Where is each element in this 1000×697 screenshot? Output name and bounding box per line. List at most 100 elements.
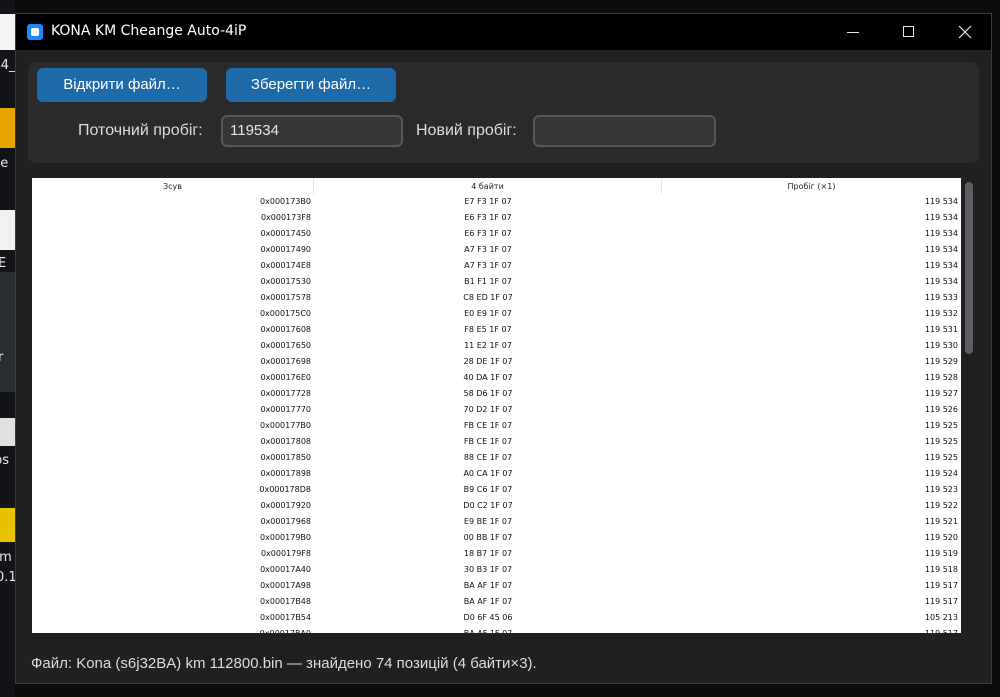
- desktop-icon[interactable]: [0, 418, 15, 446]
- table-row[interactable]: 0x000173F8 E6 F3 1F 07 119 534: [32, 210, 961, 226]
- table-row[interactable]: 0x00017450 E6 F3 1F 07 119 534: [32, 226, 961, 242]
- desktop-icon-label: E: [0, 256, 7, 271]
- table-row[interactable]: 0x00017A40 30 B3 1F 07 119 518: [32, 562, 961, 578]
- table-row[interactable]: 0x000174E8 A7 F3 1F 07 119 534: [32, 258, 961, 274]
- cell-offset: 0x000179F8: [260, 549, 311, 558]
- cell-offset: 0x00017578: [260, 293, 311, 302]
- desktop-icon[interactable]: [0, 508, 15, 542]
- cell-offset: 0x00017770: [260, 405, 311, 414]
- cell-offset: 0x00017728: [260, 389, 311, 398]
- cell-offset: 0x00017A98: [260, 581, 311, 590]
- desktop-icon-label: rm: [0, 550, 12, 565]
- table-row[interactable]: 0x00017530 B1 F1 1F 07 119 534: [32, 274, 961, 290]
- title-bar[interactable]: KONA KM Cheange Auto-4iP: [16, 14, 991, 50]
- cell-bytes: A7 F3 1F 07: [464, 245, 512, 254]
- desktop-icon[interactable]: [0, 210, 15, 250]
- column-header-offset[interactable]: Зсув: [32, 178, 314, 194]
- cell-bytes: BA AF 1F 07: [463, 597, 513, 606]
- cell-bytes: D0 6F 45 06: [463, 613, 513, 622]
- cell-mileage: 119 525: [924, 453, 958, 462]
- cell-mileage: 119 526: [924, 405, 958, 414]
- cell-offset: 0x00017BA0: [32, 626, 311, 633]
- cell-bytes: B9 C6 1F 07: [463, 485, 513, 494]
- column-header-bytes[interactable]: 4 байти: [314, 178, 662, 194]
- scrollbar-thumb[interactable]: [965, 182, 973, 354]
- table-row[interactable]: 0x00017608 F8 E5 1F 07 119 531: [32, 322, 961, 338]
- table-row[interactable]: 0x00017B48 BA AF 1F 07 119 517: [32, 594, 961, 610]
- cell-offset: 0x00017B48: [260, 597, 311, 606]
- cell-mileage: 119 534: [924, 277, 958, 286]
- cell-mileage: 119 534: [924, 245, 958, 254]
- table-row[interactable]: 0x00017578 C8 ED 1F 07 119 533: [32, 290, 961, 306]
- desktop-wallpaper-strip: [0, 272, 15, 392]
- cell-mileage: 119 534: [924, 261, 958, 270]
- table-scrollbar[interactable]: [961, 178, 979, 633]
- current-mileage-field[interactable]: 119534: [221, 115, 403, 147]
- cell-offset: 0x000176E0: [260, 373, 311, 382]
- table-row[interactable]: 0x000176E0 40 DA 1F 07 119 528: [32, 370, 961, 386]
- table-row[interactable]: 0x00017770 70 D2 1F 07 119 526: [32, 402, 961, 418]
- cell-bytes: C8 ED 1F 07: [463, 293, 513, 302]
- table-row[interactable]: 0x00017490 A7 F3 1F 07 119 534: [32, 242, 961, 258]
- table-row[interactable]: 0x00017850 88 CE 1F 07 119 525: [32, 450, 961, 466]
- table-row[interactable]: 0x000173B0 E7 F3 1F 07 119 534: [32, 194, 961, 210]
- table-row[interactable]: 0x00017698 28 DE 1F 07 119 529: [32, 354, 961, 370]
- cell-bytes: 28 DE 1F 07: [463, 357, 513, 366]
- table-body: 0x000173B0 E7 F3 1F 07 119 534 0x000173F8 E6…: [32, 194, 961, 633]
- table-row[interactable]: 0x000175C0 E0 E9 1F 07 119 532: [32, 306, 961, 322]
- status-text: Файл: Kona (s6j32BA) km 112800.bin — зна…: [31, 655, 537, 672]
- table-row[interactable]: 0x00017650 11 E2 1F 07 119 530: [32, 338, 961, 354]
- table-row[interactable]: 0x000179B0 00 BB 1F 07 119 520: [32, 530, 961, 546]
- desktop-icon-label: ps: [0, 453, 10, 468]
- cell-bytes: FB CE 1F 07: [463, 437, 513, 446]
- results-table[interactable]: Зсув 4 байти Пробіг (×1) 0x000173B0 E7 F3…: [32, 178, 961, 633]
- cell-offset: 0x00017608: [260, 325, 311, 334]
- save-file-button[interactable]: Зберегти файл…: [226, 68, 396, 102]
- cell-offset: 0x000174E8: [260, 261, 311, 270]
- cell-bytes: FB CE 1F 07: [463, 421, 513, 430]
- cell-bytes: BA AF 1F 07: [463, 581, 513, 590]
- table-row[interactable]: 0x00017920 D0 C2 1F 07 119 522: [32, 498, 961, 514]
- cell-bytes: E6 F3 1F 07: [464, 213, 512, 222]
- window-title: KONA KM Cheange Auto-4iP: [51, 23, 247, 39]
- column-header-mileage[interactable]: Пробіг (×1): [662, 178, 961, 194]
- cell-offset: 0x00017A40: [260, 565, 311, 574]
- table-row[interactable]: 0x00017B54 D0 6F 45 06 105 213: [32, 610, 961, 626]
- table-row[interactable]: 0x000178D8 B9 C6 1F 07 119 523: [32, 482, 961, 498]
- desktop-icon-label: 0.1: [0, 570, 15, 585]
- cell-offset: 0x00017808: [260, 437, 311, 446]
- table-row[interactable]: 0x00017728 58 D6 1F 07 119 527: [32, 386, 961, 402]
- table-row[interactable]: 0x00017898 A0 CA 1F 07 119 524: [32, 466, 961, 482]
- table-row[interactable]: 0x000179F8 18 B7 1F 07 119 519: [32, 546, 961, 562]
- cell-bytes: 18 B7 1F 07: [463, 549, 513, 558]
- desktop-icon[interactable]: [0, 14, 15, 50]
- cell-bytes: E7 F3 1F 07: [464, 197, 512, 206]
- cell-bytes: 40 DA 1F 07: [463, 373, 513, 382]
- cell-bytes: 00 BB 1F 07: [463, 533, 513, 542]
- table-row[interactable]: 0x00017808 FB CE 1F 07 119 525: [32, 434, 961, 450]
- cell-mileage: 119 519: [924, 549, 958, 558]
- table-header: Зсув 4 байти Пробіг (×1): [32, 178, 961, 194]
- minimize-button[interactable]: [825, 14, 881, 50]
- table-row[interactable]: 0x00017A98 BA AF 1F 07 119 517: [32, 578, 961, 594]
- desktop-icon-label: ne: [0, 156, 9, 171]
- table-row[interactable]: 0x00017BA0BA AF 1F 07119 517: [32, 626, 961, 633]
- open-file-button[interactable]: Відкрити файл…: [37, 68, 207, 102]
- cell-mileage: 119 532: [924, 309, 958, 318]
- cell-mileage: 119 524: [924, 469, 958, 478]
- desktop-icon[interactable]: [0, 108, 15, 148]
- cell-offset: 0x00017698: [260, 357, 311, 366]
- desktop-background: s4_ ne E r ps rm 0.1: [0, 0, 15, 697]
- close-icon: [958, 25, 972, 39]
- cell-offset: 0x00017968: [260, 517, 311, 526]
- maximize-button[interactable]: [881, 14, 937, 50]
- table-row[interactable]: 0x00017968 E9 BE 1F 07 119 521: [32, 514, 961, 530]
- cell-mileage: 119 534: [924, 213, 958, 222]
- cell-mileage: 119 523: [924, 485, 958, 494]
- cell-offset: 0x000173B0: [260, 197, 311, 206]
- cell-offset: 0x00017920: [260, 501, 311, 510]
- cell-mileage: 105 213: [924, 613, 958, 622]
- close-button[interactable]: [937, 14, 993, 50]
- new-mileage-input[interactable]: [533, 115, 716, 147]
- table-row[interactable]: 0x000177B0 FB CE 1F 07 119 525: [32, 418, 961, 434]
